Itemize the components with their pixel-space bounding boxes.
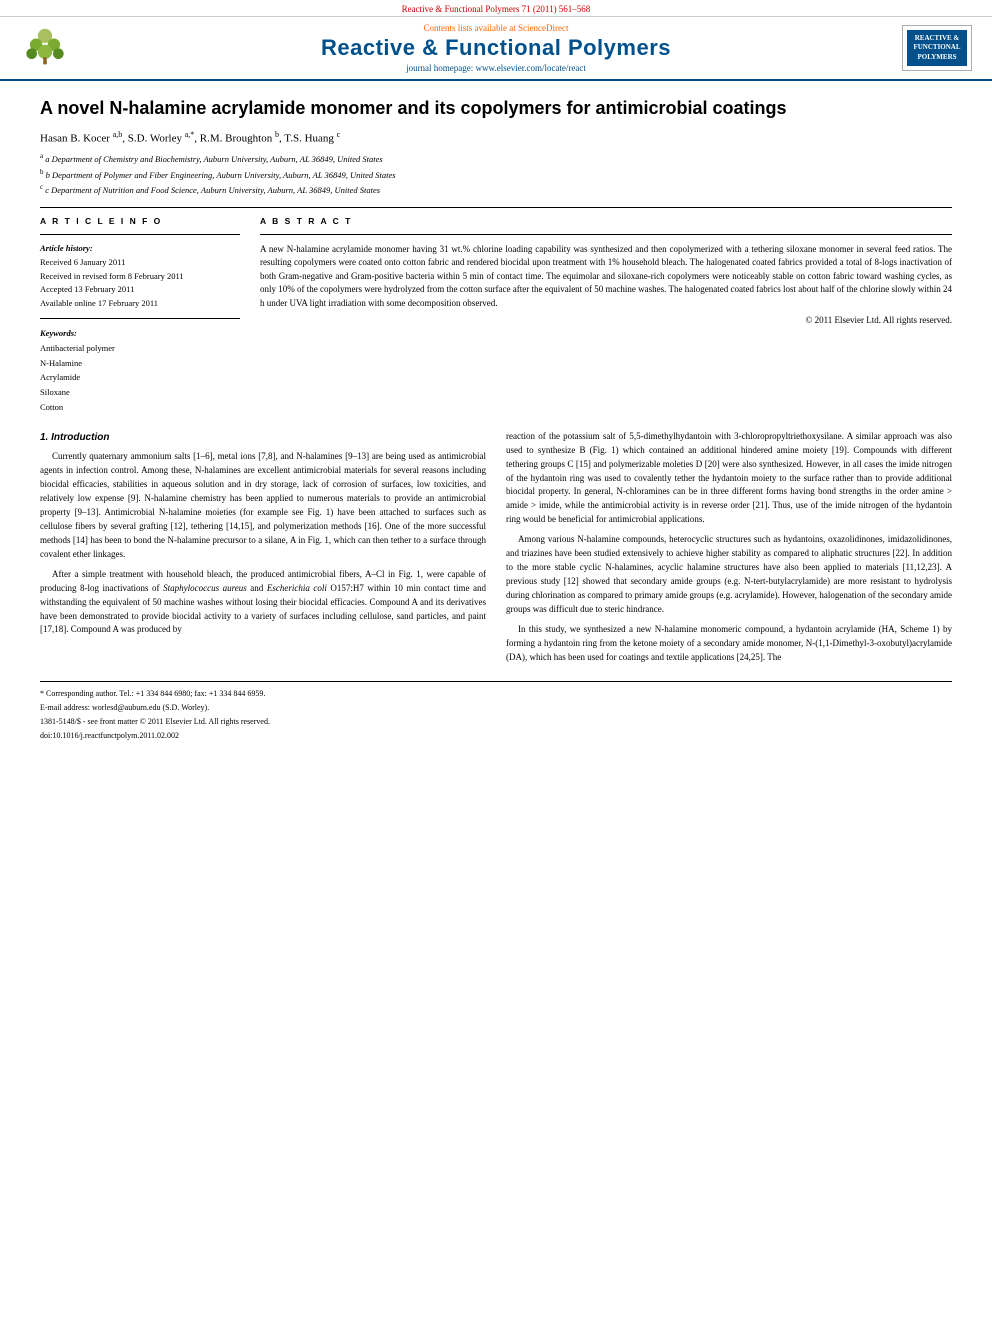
- accepted-date: Accepted 13 February 2011: [40, 284, 240, 296]
- journal-title: Reactive & Functional Polymers: [110, 35, 882, 61]
- footnote-star: * Corresponding author. Tel.: +1 334 844…: [40, 688, 952, 700]
- author-broughton: R.M. Broughton: [200, 133, 272, 145]
- divider-3: [40, 318, 240, 319]
- journal-header: Contents lists available at ScienceDirec…: [0, 17, 992, 81]
- affiliation-c: c c Department of Nutrition and Food Sci…: [40, 182, 952, 197]
- affiliation-b: b b Department of Polymer and Fiber Engi…: [40, 167, 952, 182]
- article-history: Article history: Received 6 January 2011…: [40, 243, 240, 310]
- journal-citation-bar: Reactive & Functional Polymers 71 (2011)…: [0, 0, 992, 17]
- article-info-heading: A R T I C L E I N F O: [40, 216, 240, 226]
- author-worley: S.D. Worley: [128, 133, 182, 145]
- journal-citation-text: Reactive & Functional Polymers 71 (2011)…: [402, 4, 591, 14]
- received-revised-date: Received in revised form 8 February 2011: [40, 271, 240, 283]
- journal-url[interactable]: www.elsevier.com/locate/react: [476, 63, 586, 73]
- keywords-label: Keywords:: [40, 328, 77, 338]
- sciencedirect-notice: Contents lists available at ScienceDirec…: [110, 23, 882, 33]
- affiliations: a a Department of Chemistry and Biochemi…: [40, 151, 952, 197]
- history-label: Article history:: [40, 243, 93, 253]
- elsevier-logo-area: [20, 27, 110, 69]
- abstract-paragraph: A new N-halamine acrylamide monomer havi…: [260, 243, 952, 311]
- abstract-heading: A B S T R A C T: [260, 216, 952, 226]
- available-date: Available online 17 February 2011: [40, 298, 240, 310]
- author-huang: T.S. Huang: [284, 133, 334, 145]
- footnote-email: E-mail address: worlesd@auburn.edu (S.D.…: [40, 702, 952, 714]
- footer-doi: doi:10.1016/j.reactfunctpolym.2011.02.00…: [40, 730, 952, 742]
- intro-para-4: Among various N-halamine compounds, hete…: [506, 533, 952, 617]
- divider-1: [40, 207, 952, 208]
- keyword-3: Acrylamide: [40, 371, 240, 384]
- author-kocer: Hasan B. Kocer: [40, 133, 110, 145]
- journal-title-area: Contents lists available at ScienceDirec…: [110, 23, 882, 73]
- body-content: 1. Introduction Currently quaternary amm…: [40, 430, 952, 671]
- article-info-column: A R T I C L E I N F O Article history: R…: [40, 216, 240, 416]
- body-left-col: 1. Introduction Currently quaternary amm…: [40, 430, 486, 671]
- footnotes: * Corresponding author. Tel.: +1 334 844…: [40, 681, 952, 742]
- keyword-1: Antibacterial polymer: [40, 342, 240, 355]
- journal-logo-box: REACTIVE &FUNCTIONALPOLYMERS: [902, 25, 972, 70]
- authors-line: Hasan B. Kocer a,b, S.D. Worley a,*, R.M…: [40, 130, 952, 145]
- footnote-email-label: E-mail address:: [40, 703, 90, 712]
- keyword-4: Siloxane: [40, 386, 240, 399]
- article-info-abstract: A R T I C L E I N F O Article history: R…: [40, 216, 952, 416]
- keyword-5: Cotton: [40, 401, 240, 414]
- footer-issn: 1381-5148/$ - see front matter © 2011 El…: [40, 716, 952, 728]
- divider-2: [40, 234, 240, 235]
- abstract-text: A new N-halamine acrylamide monomer havi…: [260, 243, 952, 328]
- intro-para-5: In this study, we synthesized a new N-ha…: [506, 623, 952, 665]
- keywords-section: Keywords: Antibacterial polymer N-Halami…: [40, 327, 240, 414]
- main-content: A novel N-halamine acrylamide monomer an…: [0, 81, 992, 760]
- article-title: A novel N-halamine acrylamide monomer an…: [40, 97, 952, 120]
- sciencedirect-link-text[interactable]: ScienceDirect: [518, 23, 568, 33]
- received-date: Received 6 January 2011: [40, 257, 240, 269]
- intro-para-2: After a simple treatment with household …: [40, 568, 486, 638]
- divider-4: [260, 234, 952, 235]
- affiliation-a: a a Department of Chemistry and Biochemi…: [40, 151, 952, 166]
- copyright-line: © 2011 Elsevier Ltd. All rights reserved…: [260, 314, 952, 328]
- footnote-email-value: worlesd@auburn.edu (S.D. Worley).: [92, 703, 209, 712]
- intro-para-3: reaction of the potassium salt of 5,5-di…: [506, 430, 952, 528]
- journal-logo-text: REACTIVE &FUNCTIONALPOLYMERS: [907, 30, 967, 65]
- elsevier-logo: [20, 27, 110, 69]
- elsevier-tree-icon: [20, 27, 70, 67]
- intro-para-1: Currently quaternary ammonium salts [1–6…: [40, 450, 486, 562]
- abstract-column: A B S T R A C T A new N-halamine acrylam…: [260, 216, 952, 416]
- journal-homepage: journal homepage: www.elsevier.com/locat…: [110, 63, 882, 73]
- intro-heading: 1. Introduction: [40, 430, 486, 446]
- journal-logo-box-area: REACTIVE &FUNCTIONALPOLYMERS: [882, 25, 972, 70]
- body-right-col: reaction of the potassium salt of 5,5-di…: [506, 430, 952, 671]
- keyword-2: N-Halamine: [40, 357, 240, 370]
